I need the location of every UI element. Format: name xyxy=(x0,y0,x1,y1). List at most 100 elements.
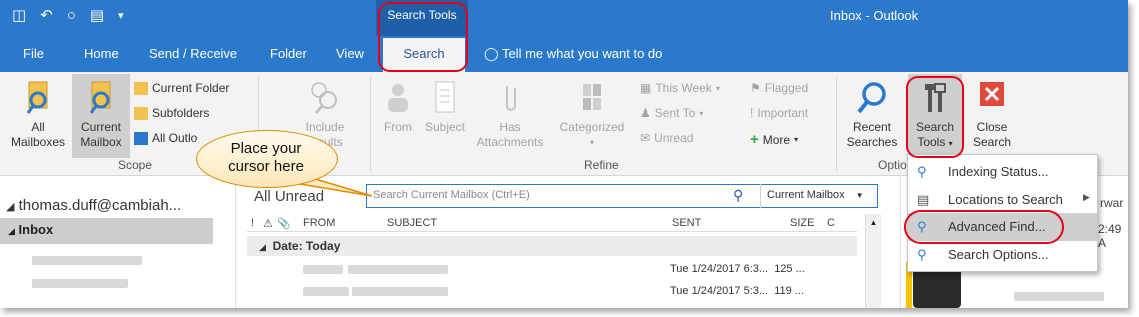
search-placeholder: Search Current Mailbox (Ctrl+E) xyxy=(373,189,530,201)
redacted-folder xyxy=(32,279,128,288)
column-sent[interactable]: SENT xyxy=(672,217,701,229)
column-header-row: ! ⚠ 📎 FROM SUBJECT SENT SIZE C xyxy=(247,214,857,232)
envelope-icon: ✉ xyxy=(640,131,651,145)
subfolders-icon xyxy=(134,106,148,120)
all-mailboxes-icon xyxy=(26,81,48,114)
menu-item-search-options[interactable]: ⚲ Search Options... xyxy=(908,241,1097,269)
search-icon[interactable]: ⚲ xyxy=(733,187,743,204)
important-button[interactable]: ! Important xyxy=(750,106,808,120)
circle-icon[interactable]: ○ xyxy=(67,7,76,25)
column-size[interactable]: SIZE xyxy=(790,217,814,229)
window-title: Inbox - Outlook xyxy=(830,8,919,23)
title-bar xyxy=(0,0,1128,36)
all-outlook-label: All Outlo xyxy=(152,131,198,145)
outlook-window: ◫ ↶ ○ ▤ ▾ Search Tools Inbox - Outlook F… xyxy=(0,0,1128,308)
subject-button[interactable]: Subject xyxy=(420,80,470,135)
group-label-options: Optio xyxy=(878,158,907,172)
categorized-dropdown-icon: ▾ xyxy=(589,138,594,147)
locations-icon: ▤ xyxy=(917,192,930,207)
this-week-button[interactable]: ▦ This Week ▾ xyxy=(640,81,720,95)
tab-file[interactable]: File xyxy=(23,46,44,61)
column-attachment-icon[interactable]: 📎 xyxy=(277,217,291,230)
unread-label: Unread xyxy=(654,131,694,145)
save-icon[interactable]: ◫ xyxy=(12,7,26,25)
reading-snippet-1: rwar xyxy=(1100,196,1124,210)
group-label-refine: Refine xyxy=(584,158,619,172)
close-search-label-2: Search xyxy=(972,135,1012,149)
tab-home[interactable]: Home xyxy=(84,46,119,61)
recent-searches-icon xyxy=(857,82,886,114)
submenu-arrow-icon: ▶ xyxy=(1083,192,1090,202)
filter-bar: All Unread xyxy=(254,188,324,205)
scroll-up-icon[interactable]: ▲ xyxy=(866,218,881,227)
current-mailbox-label-2: Mailbox xyxy=(80,135,122,149)
recent-searches-button[interactable]: Recent Searches xyxy=(842,80,902,150)
all-mailboxes-button[interactable]: All Mailboxes xyxy=(4,80,72,150)
account-node[interactable]: ◢ thomas.duff@cambiah... xyxy=(6,197,181,214)
current-folder-button[interactable]: Current Folder xyxy=(134,81,229,95)
important-icon: ! xyxy=(750,106,754,120)
sent-to-button[interactable]: ♟ Sent To ▾ xyxy=(640,106,703,120)
this-week-label: This Week xyxy=(655,81,712,95)
quick-access-toolbar: ◫ ↶ ○ ▤ ▾ xyxy=(12,7,124,25)
subfolders-button[interactable]: Subfolders xyxy=(134,106,209,120)
recent-searches-label-1: Recent xyxy=(852,120,892,134)
close-icon xyxy=(980,82,1004,106)
calendar-icon: ▦ xyxy=(640,81,652,95)
tab-send-receive[interactable]: Send / Receive xyxy=(149,46,237,61)
column-reminder-icon[interactable]: ⚠ xyxy=(263,217,273,230)
categorized-button[interactable]: Categorized ▾ xyxy=(552,80,632,150)
column-categories[interactable]: C xyxy=(827,217,835,229)
column-subject[interactable]: SUBJECT xyxy=(387,217,437,229)
collapse-triangle-icon: ◢ xyxy=(6,201,15,213)
redacted-subject xyxy=(352,287,448,296)
from-button[interactable]: From xyxy=(378,80,418,135)
customize-icon[interactable]: ▾ xyxy=(118,7,124,25)
plus-icon: + xyxy=(750,131,759,148)
message-list-scrollbar[interactable]: ▲ xyxy=(865,214,881,308)
callout-text: Place your cursor here xyxy=(228,140,304,175)
redacted-sender xyxy=(303,287,349,296)
lightbulb-icon: ◯ xyxy=(484,46,499,61)
date-group-header[interactable]: ◢ Date: Today xyxy=(247,236,857,256)
current-mailbox-button[interactable]: Current Mailbox xyxy=(72,74,130,158)
flagged-button[interactable]: ⚑ Flagged xyxy=(750,81,808,95)
all-outlook-icon xyxy=(134,131,148,145)
layout-icon[interactable]: ▤ xyxy=(90,7,104,25)
unread-button[interactable]: ✉ Unread xyxy=(640,131,693,145)
filter-all[interactable]: All xyxy=(254,188,271,205)
all-mailboxes-label-2: Mailboxes xyxy=(10,135,66,149)
close-search-button[interactable]: Close Search xyxy=(966,80,1018,150)
redacted-sender xyxy=(303,265,343,274)
redacted-name xyxy=(1014,292,1104,301)
tab-view[interactable]: View xyxy=(336,46,364,61)
current-folder-label: Current Folder xyxy=(152,81,230,95)
row-sent: Tue 1/24/2017 6:3... 125 ... xyxy=(670,263,805,275)
include-results-icon xyxy=(311,82,337,114)
redacted-folder xyxy=(32,256,142,265)
subject-label: Subject xyxy=(424,120,466,134)
more-button[interactable]: + More ▾ xyxy=(750,131,798,148)
group-label-scope: Scope xyxy=(118,158,153,172)
flag-icon: ⚑ xyxy=(750,81,761,95)
filter-unread[interactable]: Unread xyxy=(275,188,324,205)
account-label: thomas.duff@cambiah... xyxy=(18,197,182,214)
menu-item-indexing-status[interactable]: ⚲ Indexing Status... xyxy=(908,158,1097,186)
tell-me-box[interactable]: ◯ Tell me what you want to do xyxy=(484,46,662,62)
from-label: From xyxy=(384,120,412,134)
categorized-label: Categorized xyxy=(559,120,625,134)
more-dropdown-icon: ▾ xyxy=(794,135,799,144)
has-attachments-button[interactable]: Has Attachments xyxy=(470,80,550,150)
from-person-icon xyxy=(388,84,408,112)
more-label: More xyxy=(762,132,791,147)
all-outlook-items-button[interactable]: All Outlo xyxy=(134,131,197,145)
tab-folder[interactable]: Folder xyxy=(270,46,307,61)
column-importance-icon[interactable]: ! xyxy=(251,217,254,229)
tell-me-label: Tell me what you want to do xyxy=(501,46,663,61)
all-mailboxes-label-1: All xyxy=(31,120,45,134)
column-from[interactable]: FROM xyxy=(303,217,335,229)
group-separator xyxy=(836,76,837,172)
search-scope-dropdown[interactable]: Current Mailbox ▼ xyxy=(760,184,878,208)
sent-to-icon: ♟ xyxy=(640,106,651,120)
undo-icon[interactable]: ↶ xyxy=(40,7,53,25)
